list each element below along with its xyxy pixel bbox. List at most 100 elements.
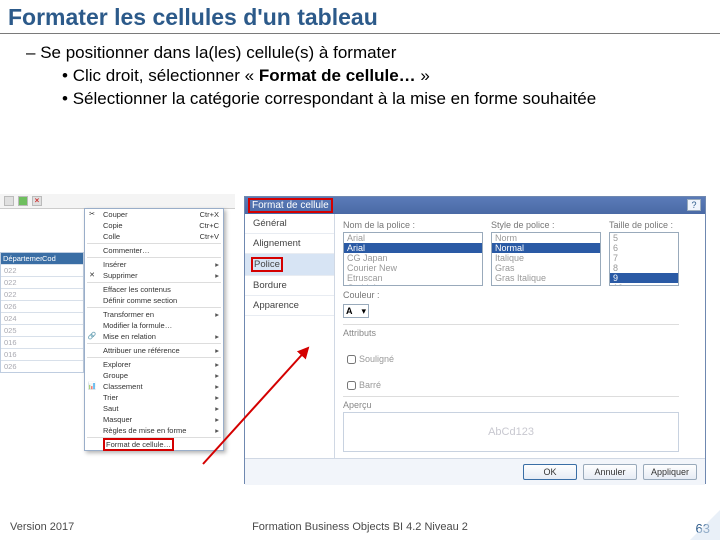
menu-item-icon [87,310,97,320]
chevron-right-icon: ▸ [215,404,219,413]
context-menu-item[interactable]: Saut▸ [85,403,223,414]
menu-item-icon [87,360,97,370]
color-label: Couleur : [343,290,380,300]
dialog-category-item[interactable]: Général [245,214,334,234]
cancel-button[interactable]: Annuler [583,464,637,480]
context-menu-item[interactable]: ✂CouperCtr+X [85,209,223,220]
menu-item-label: Copie [103,221,123,230]
dialog-category-item[interactable]: Police [245,254,334,276]
table-row: 016 [1,336,83,348]
context-menu-item[interactable]: Effacer les contenus [85,284,223,295]
dialog-category-item[interactable]: Bordure [245,276,334,296]
apply-button[interactable]: Appliquer [643,464,697,480]
listbox-option[interactable]: Arial [344,243,482,253]
chevron-right-icon: ▸ [215,415,219,424]
font-name-label: Nom de la police : [343,220,483,230]
menu-item-label: Format de cellule… [103,440,174,449]
chevron-right-icon: ▸ [215,346,219,355]
chevron-right-icon: ▸ [215,371,219,380]
chevron-right-icon: ▸ [215,382,219,391]
app-left-panel: × DépartementCod 02202202202602402501601… [0,194,235,209]
listbox-option[interactable]: Normal [492,243,600,253]
body-bullet-1: • Clic droit, sélectionner « Format de c… [62,65,680,88]
menu-item-icon [87,296,97,306]
dialog-category-item[interactable]: Alignement [245,234,334,254]
menu-item-label: Classement [103,382,143,391]
context-menu-item[interactable]: Insérer ▸ [85,259,223,270]
listbox-option[interactable]: Gras [492,263,600,273]
context-menu-item[interactable]: Groupe▸ [85,370,223,381]
context-menu-item[interactable]: Masquer▸ [85,414,223,425]
strikethrough-checkbox[interactable]: Barré [347,380,381,390]
menu-item-icon [87,221,97,231]
context-menu-item[interactable]: Explorer▸ [85,359,223,370]
chevron-right-icon: ▸ [215,260,219,269]
preview-box: AbCd123 [343,412,679,452]
font-size-label: Taille de police : [609,220,679,230]
slide-title: Formater les cellules d'un tableau [0,0,720,34]
context-menu-item[interactable]: ✕Supprimer▸ [85,270,223,281]
listbox-option[interactable]: 6 [610,243,678,253]
listbox-option[interactable]: Italique [492,253,600,263]
color-picker[interactable]: A ▾ [343,304,369,318]
context-menu-item[interactable]: Modifier la formule… [85,320,223,331]
page-curl-decoration [690,510,720,540]
menu-item-shortcut: Ctr+V [200,232,219,241]
font-size-listbox[interactable]: 567891011 [609,232,679,286]
context-menu-item[interactable]: Règles de mise en forme▸ [85,425,223,436]
table-row: 016 [1,348,83,360]
table-row: 025 [1,324,83,336]
listbox-option[interactable]: Courier New [344,263,482,273]
chevron-right-icon: ▸ [215,271,219,280]
context-menu-item[interactable]: ColleCtr+V [85,231,223,242]
listbox-option[interactable]: 9 [610,273,678,283]
chevron-down-icon: ▾ [361,306,366,317]
font-style-listbox[interactable]: NormNormalItaliqueGrasGras Italique [491,232,601,286]
table-row: 022 [1,288,83,300]
listbox-option[interactable]: Gothk L [344,283,482,286]
listbox-option[interactable]: CG Japan [344,253,482,263]
context-menu-item[interactable]: Attribuer une référence ▸ [85,345,223,356]
menu-item-label: Trier [103,393,118,402]
ok-button[interactable]: OK [523,464,577,480]
menu-item-icon [87,440,97,450]
font-name-listbox[interactable]: ArialArialCG JapanCourier NewEtruscanGot… [343,232,483,286]
listbox-option[interactable]: Gras Italique [492,273,600,283]
context-menu-item[interactable]: 📊Classement▸ [85,381,223,392]
confirm-icon[interactable] [18,196,28,206]
cancel-icon[interactable]: × [32,196,42,206]
listbox-option[interactable]: 10 [610,283,678,286]
toolbar-button[interactable] [4,196,14,206]
help-icon[interactable]: ? [687,199,701,211]
menu-item-shortcut: Ctr+X [200,210,219,219]
dialog-category-item[interactable]: Apparence [245,296,334,316]
context-menu-item[interactable]: Définir comme section [85,295,223,306]
menu-item-label: Mise en relation [103,332,156,341]
context-menu-item[interactable]: Trier▸ [85,392,223,403]
menu-item-icon: ✂ [87,210,97,220]
listbox-option[interactable]: Norm [492,233,600,243]
font-style-label: Style de police : [491,220,601,230]
data-table: DépartementCod 0220220220260240250160160… [0,252,84,373]
context-menu-item[interactable]: Commenter… [85,245,223,256]
listbox-option[interactable]: Arial [344,233,482,243]
chevron-right-icon: ▸ [215,426,219,435]
context-menu-item[interactable]: 🔗Mise en relation▸ [85,331,223,342]
context-menu: ✂CouperCtr+XCopieCtr+CColleCtr+V Commente… [84,208,224,451]
table-row: 026 [1,300,83,312]
listbox-option[interactable]: 7 [610,253,678,263]
listbox-option[interactable]: 5 [610,233,678,243]
underline-checkbox[interactable]: Souligné [347,340,394,378]
menu-item-label: Insérer [103,260,126,269]
context-menu-item[interactable]: CopieCtr+C [85,220,223,231]
chevron-right-icon: ▸ [215,310,219,319]
listbox-option[interactable]: 8 [610,263,678,273]
menu-item-icon [87,232,97,242]
listbox-option[interactable]: Etruscan [344,273,482,283]
slide-footer: Version 2017 Formation Business Objects … [0,521,720,536]
context-menu-item[interactable]: Transformer en▸ [85,309,223,320]
context-menu-item[interactable]: Format de cellule… [85,439,223,450]
menu-item-icon [87,260,97,270]
menu-item-icon [87,415,97,425]
menu-item-label: Attribuer une référence [103,346,180,355]
